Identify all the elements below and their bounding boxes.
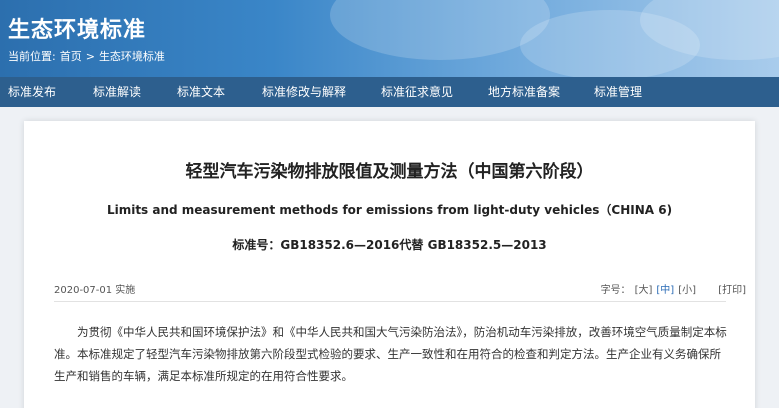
divider: [54, 301, 726, 302]
article-card: 轻型汽车污染物排放限值及测量方法（中国第六阶段） Limits and meas…: [24, 121, 755, 408]
page-title: 轻型汽车污染物排放限值及测量方法（中国第六阶段）: [185, 162, 594, 182]
effective-date: 2020-07-01 实施: [54, 285, 136, 296]
nav-item-standard-text[interactable]: 标准文本: [177, 77, 225, 107]
nav-item-standard-amendment[interactable]: 标准修改与解释: [262, 77, 346, 107]
site-title: 生态环境标准: [8, 18, 147, 43]
font-size-control: 字号： [大] [中] [小]: [601, 281, 696, 296]
font-medium-button[interactable]: [中]: [656, 285, 674, 296]
standard-number: 标准号：GB18352.6—2016代替 GB18352.5—2013: [232, 238, 547, 252]
article-body: 为贯彻《中华人民共和国环境保护法》和《中华人民共和国大气污染防治法》，防治机动车…: [54, 325, 727, 383]
site-header: 生态环境标准 当前位置: 首页 > 生态环境标准: [0, 0, 779, 77]
nav-item-standard-release[interactable]: 标准发布: [8, 77, 56, 107]
nav-item-standard-management[interactable]: 标准管理: [594, 77, 642, 107]
print-button[interactable]: [打印]: [718, 281, 746, 296]
font-large-button[interactable]: [大]: [635, 285, 653, 296]
breadcrumb-current[interactable]: 生态环境标准: [99, 50, 165, 63]
nav-item-standard-interpretation[interactable]: 标准解读: [93, 77, 141, 107]
breadcrumb: 当前位置: 首页 > 生态环境标准: [8, 48, 169, 64]
main-nav: 标准发布 标准解读 标准文本 标准修改与解释 标准征求意见 地方标准备案 标准管…: [0, 77, 779, 107]
font-size-label: 字号：: [600, 285, 631, 296]
nav-item-standard-consultation[interactable]: 标准征求意见: [381, 77, 453, 107]
breadcrumb-separator: >: [85, 50, 95, 63]
nav-item-local-standard-filing[interactable]: 地方标准备案: [488, 77, 560, 107]
header-decoration: [330, 0, 550, 60]
breadcrumb-prefix: 当前位置:: [8, 50, 56, 63]
page-subtitle: Limits and measurement methods for emiss…: [106, 203, 673, 217]
breadcrumb-home-link[interactable]: 首页: [60, 50, 82, 63]
font-small-button[interactable]: [小]: [678, 285, 696, 296]
